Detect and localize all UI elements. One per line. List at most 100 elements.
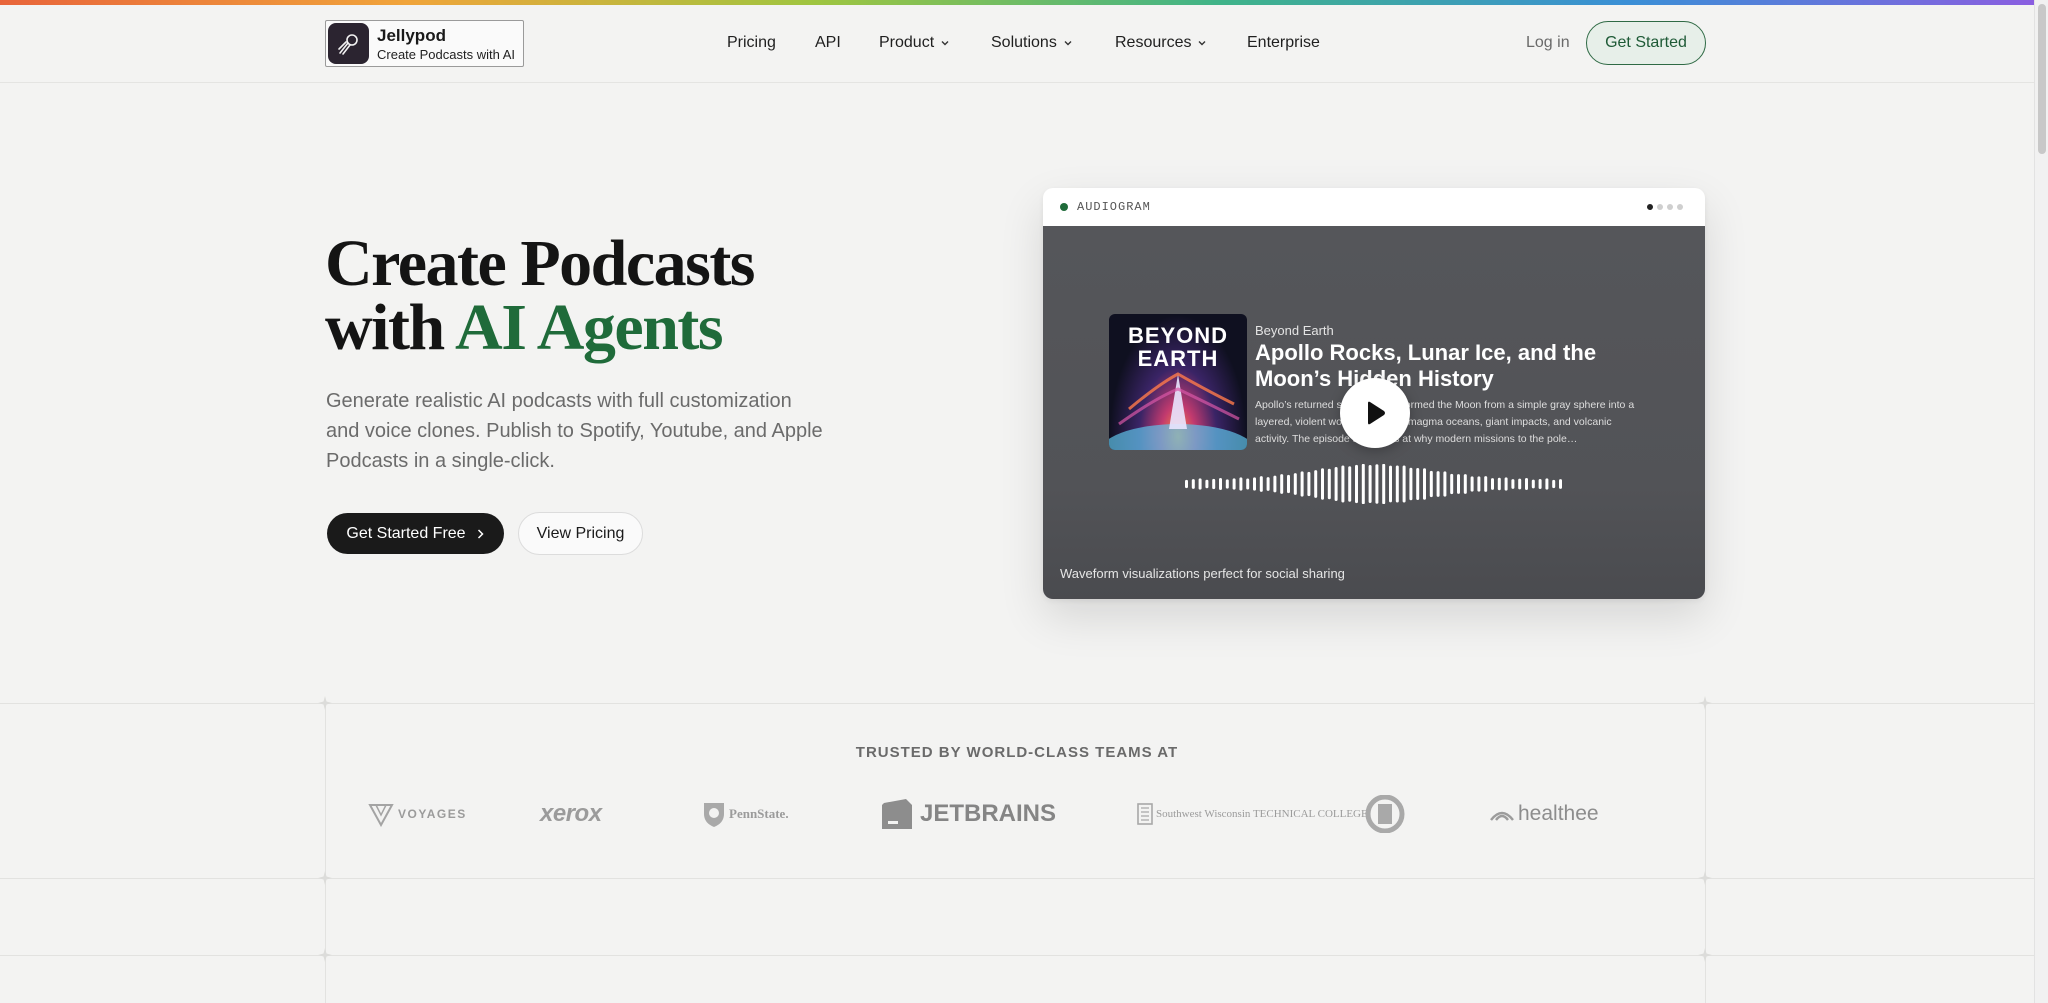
play-button[interactable]	[1340, 378, 1410, 448]
waveform-bar	[1368, 465, 1372, 503]
grid-star-icon	[318, 871, 332, 885]
waveform-bar	[1463, 474, 1467, 494]
carousel-dots[interactable]	[1647, 204, 1683, 210]
waveform-bar	[1416, 468, 1420, 500]
nav-item-label: API	[815, 34, 841, 51]
nav-item-label: Resources	[1115, 34, 1192, 51]
waveform-bar	[1232, 478, 1236, 490]
waveform-bar	[1504, 477, 1508, 491]
waveform-bar	[1327, 468, 1331, 500]
waveform-bar	[1185, 479, 1188, 489]
waveform-bar	[1334, 467, 1338, 501]
logo-healthee: healthee	[1488, 794, 1599, 834]
waveform-bar	[1518, 478, 1522, 490]
waveform-bar	[1300, 471, 1304, 497]
waveform-bar	[1443, 471, 1447, 497]
waveform-bar	[1429, 470, 1433, 498]
waveform-bar	[1511, 479, 1515, 489]
waveform-bar	[1341, 465, 1345, 503]
nav-item-label: Product	[879, 34, 935, 51]
scrollbar-thumb[interactable]	[2038, 4, 2046, 154]
episode-description: Apollo’s returned samples transformed th…	[1255, 399, 1635, 445]
button-label: Get Started Free	[346, 524, 466, 542]
grid-star-icon	[1698, 871, 1712, 885]
waveform-bar	[1402, 465, 1406, 503]
waveform-bar	[1382, 464, 1386, 504]
chevron-down-icon	[941, 41, 949, 46]
waveform-bar	[1409, 467, 1413, 501]
waveform-bar	[1219, 478, 1222, 490]
nav-item-product[interactable]: Product	[879, 34, 950, 52]
healthee-logo-icon	[1490, 811, 1514, 821]
waveform-bar	[1375, 464, 1379, 504]
carousel-dot[interactable]	[1677, 204, 1683, 210]
nav-item-solutions[interactable]: Solutions	[991, 34, 1073, 52]
site-header: Jellypod Create Podcasts with AI Pricing…	[0, 5, 2034, 83]
status-dot-icon	[1060, 203, 1068, 211]
waveform-bar	[1287, 474, 1290, 494]
hero-subtitle: Generate realistic AI podcasts with full…	[326, 390, 823, 472]
nav-item-pricing[interactable]: Pricing	[727, 34, 776, 52]
audiogram-label: AUDIOGRAM	[1077, 200, 1151, 214]
logo-jetbrains: JETBRAINS	[880, 794, 1056, 834]
waveform-bar	[1348, 466, 1352, 502]
chevron-down-icon	[1064, 41, 1072, 46]
carousel-dot[interactable]	[1647, 204, 1653, 210]
logo-text: xerox	[540, 800, 602, 827]
waveform-bar	[1436, 471, 1440, 497]
waveform-bar	[1225, 479, 1229, 489]
waveform-bar	[1538, 479, 1542, 489]
carousel-dot[interactable]	[1667, 204, 1673, 210]
nav-item-api[interactable]: API	[815, 34, 841, 52]
waveform-bar	[1321, 468, 1324, 500]
waveform-bar	[1457, 474, 1460, 494]
carousel-dot[interactable]	[1657, 204, 1663, 210]
main-nav: Pricing API Product Solutions Resources …	[0, 5, 2034, 83]
logo-voyages: VOYAGES	[368, 794, 467, 834]
audiogram-caption: Waveform visualizations perfect for soci…	[1060, 566, 1345, 581]
chevron-down-icon	[1198, 41, 1206, 46]
waveform-bar	[1253, 477, 1256, 491]
logo-text: PennState.	[729, 806, 789, 821]
jetbrains-logo-icon	[882, 799, 912, 829]
logo-text: Southwest Wisconsin TECHNICAL COLLEGE	[1156, 807, 1368, 820]
view-pricing-button[interactable]: View Pricing	[518, 512, 643, 555]
login-link[interactable]: Log in	[1526, 34, 1570, 52]
waveform-bar	[1423, 468, 1426, 500]
nav-item-label: Enterprise	[1247, 34, 1320, 51]
get-started-free-button[interactable]: Get Started Free	[327, 513, 504, 554]
waveform-bar	[1531, 479, 1535, 489]
chevron-right-icon	[477, 528, 484, 539]
podcast-cover-art: BEYOND EARTH	[1109, 314, 1247, 450]
episode-title: Apollo Rocks, Lunar Ice, and the Moon’s …	[1255, 340, 1597, 391]
grid-star-icon	[1698, 696, 1712, 710]
nav-item-enterprise[interactable]: Enterprise	[1247, 34, 1320, 52]
waveform-bar	[1280, 474, 1284, 494]
waveform-bar	[1389, 465, 1392, 503]
waveform-bar	[1361, 464, 1365, 504]
cover-title: BEYOND EARTH	[1127, 323, 1229, 371]
episode-show-name: Beyond Earth	[1255, 323, 1334, 338]
waveform-bar	[1239, 477, 1243, 491]
play-icon	[1368, 401, 1385, 425]
waveform-bar	[1212, 478, 1216, 490]
grid-divider	[0, 955, 2034, 956]
waveform-bar	[1470, 476, 1474, 492]
logo-ohio-state	[1365, 794, 1405, 834]
waveform-bar	[1491, 478, 1494, 490]
waveform-bar	[1205, 479, 1209, 489]
waveform-bar	[1450, 473, 1454, 495]
ohio-state-logo-icon	[1365, 795, 1405, 833]
logo-text: healthee	[1518, 802, 1599, 825]
page-scrollbar[interactable]	[2034, 0, 2048, 1003]
nav-item-resources[interactable]: Resources	[1115, 34, 1207, 52]
audiogram-header: AUDIOGRAM	[1043, 188, 1705, 226]
nav-item-label: Pricing	[727, 34, 776, 51]
logo-xerox: xerox	[540, 794, 602, 834]
logo-southwest-wisconsin: Southwest Wisconsin TECHNICAL COLLEGE	[1137, 794, 1368, 834]
waveform-bar	[1525, 478, 1528, 490]
logo-pennstate: PennState.	[702, 794, 789, 834]
waveform-bar	[1198, 478, 1202, 490]
waveform-bar	[1191, 479, 1195, 489]
get-started-button[interactable]: Get Started	[1586, 21, 1706, 65]
